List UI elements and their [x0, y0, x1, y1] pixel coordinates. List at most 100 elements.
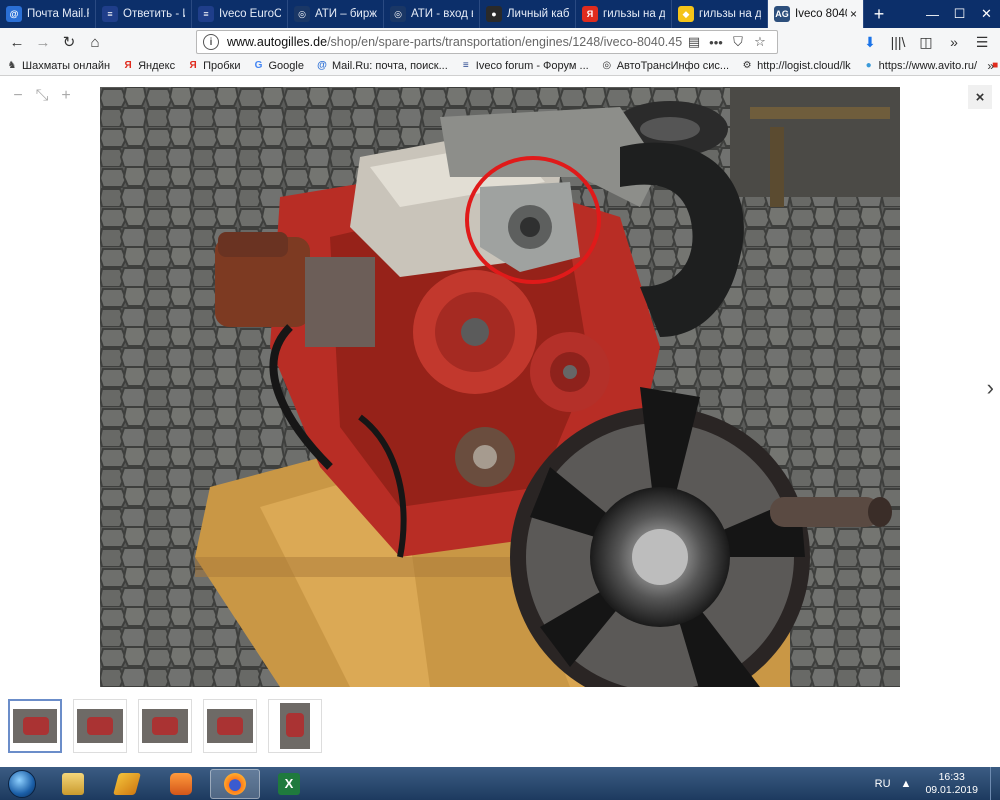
bookmark-label: https://www.avito.ru/ — [878, 59, 978, 72]
tab-8[interactable]: ◆ гильзы на дви — [672, 0, 768, 28]
bookmark-label: Google — [268, 59, 304, 72]
bookmark-item[interactable]: ● https://www.avito.ru/ — [863, 60, 977, 72]
bookmarks-overflow-button[interactable]: » — [987, 59, 994, 73]
bookmark-label: АвтоТрансИнфо сис... — [616, 59, 730, 72]
thumbnail-1[interactable] — [8, 699, 62, 753]
bookmark-item[interactable]: @ Mail.Ru: почта, поиск... — [316, 60, 448, 72]
iveco-icon: ≡ — [102, 6, 118, 22]
site-info-icon[interactable]: i — [203, 34, 219, 50]
bookmark-favicon-icon: ♞ — [7, 60, 17, 71]
taskbar-media-player[interactable] — [156, 769, 206, 799]
zoom-controls: − ⤡ + — [6, 85, 78, 107]
tab-5[interactable]: ◎ АТИ - вход в с — [384, 0, 480, 28]
new-tab-button[interactable]: + — [864, 0, 894, 28]
bookmark-favicon-icon: ≡ — [462, 60, 469, 71]
clock[interactable]: 16:33 09.01.2019 — [925, 771, 978, 797]
url-host: www.autogilles.de — [227, 35, 328, 49]
taskbar-firefox[interactable] — [210, 768, 260, 799]
window-controls: — ☐ ✕ — [919, 0, 1000, 28]
overflow-icon[interactable]: » — [940, 30, 968, 54]
reload-button[interactable]: ↻ — [56, 30, 82, 54]
close-window-button[interactable]: ✕ — [973, 0, 1000, 28]
thumbnail-3[interactable] — [138, 699, 192, 753]
bookmark-label: Шахматы онлайн — [22, 59, 111, 72]
minimize-button[interactable]: — — [919, 0, 946, 28]
bookmark-favicon-icon: G — [254, 60, 263, 71]
tab-6[interactable]: ● Личный кабин — [480, 0, 576, 28]
pocket-icon[interactable]: ⛉ — [727, 34, 749, 50]
taskbar-winamp[interactable] — [102, 769, 152, 799]
taskbar-explorer[interactable] — [48, 769, 98, 799]
tab-label: Iveco EuroCarg — [219, 8, 281, 20]
reload-icon: ↻ — [62, 34, 76, 51]
taskbar-excel[interactable]: X — [264, 769, 314, 799]
forward-button[interactable]: → — [30, 30, 56, 54]
close-tab-icon[interactable]: × — [850, 7, 857, 21]
media-player-icon — [170, 772, 192, 795]
windows-taskbar: X RU ▲ 16:33 09.01.2019 — [0, 767, 1000, 800]
tab-label: АТИ – биржа г — [315, 8, 377, 20]
thumbnail-5[interactable] — [268, 699, 322, 753]
menu-icon[interactable]: ☰ — [968, 30, 996, 54]
home-icon: ⌂ — [90, 33, 100, 51]
engine-photo-svg — [100, 87, 900, 687]
bookmark-item[interactable]: ⚙ http://logist.cloud/lk — [741, 60, 851, 72]
tab-label: Iveco 8040.4 — [795, 8, 847, 20]
library-icon[interactable]: |||\ — [884, 30, 912, 54]
bookmark-item[interactable]: ♞ Шахматы онлайн — [6, 59, 111, 72]
tab-label: Ответить - Ива — [123, 8, 185, 20]
fit-screen-button[interactable]: ⤡ — [30, 85, 54, 107]
bookmark-item[interactable]: ◎ АвтоТрансИнфо сис... — [601, 60, 729, 72]
sidebar-icon[interactable]: ◫ — [912, 30, 940, 54]
tray-expand-icon[interactable]: ▲ — [901, 778, 912, 790]
toolbar-right: ⬇ |||\ ◫ » ☰ — [856, 30, 996, 54]
firefox-icon — [224, 772, 246, 795]
maximize-button[interactable]: ☐ — [946, 0, 973, 28]
zoom-out-button[interactable]: − — [6, 85, 30, 107]
thumbnail-4[interactable] — [203, 699, 257, 753]
windows-logo-icon — [8, 769, 36, 798]
zoom-in-button[interactable]: + — [54, 85, 78, 107]
reader-view-icon[interactable]: ▤ — [683, 34, 705, 50]
thumbnail-image — [13, 709, 57, 743]
url-text[interactable]: www.autogilles.de/shop/en/spare-parts/tr… — [227, 35, 683, 49]
bookmark-favicon-icon: @ — [317, 60, 327, 71]
system-tray: RU ▲ 16:33 09.01.2019 — [875, 767, 1000, 800]
start-button[interactable] — [0, 767, 44, 800]
bookmark-favicon-icon: Я — [124, 60, 132, 71]
tab-3[interactable]: ≡ Iveco EuroCarg — [192, 0, 288, 28]
tab-4[interactable]: ◎ АТИ – биржа г — [288, 0, 384, 28]
tab-7[interactable]: Ягильзы на дви — [576, 0, 672, 28]
thumbnail-2[interactable] — [73, 699, 127, 753]
tab-9[interactable]: AG Iveco 8040.4× — [768, 0, 864, 28]
downloads-icon[interactable]: ⬇ — [856, 30, 884, 54]
home-button[interactable]: ⌂ — [82, 30, 108, 54]
bookmark-item[interactable]: G Google — [253, 60, 304, 72]
tab-label: гильзы на дви — [699, 8, 761, 20]
show-desktop-button[interactable] — [990, 767, 1000, 800]
bookmark-star-icon[interactable]: ☆ — [749, 34, 771, 50]
bookmark-label: Mail.Ru: почта, поиск... — [331, 59, 448, 72]
viewer-close-button[interactable]: × — [968, 85, 992, 109]
page-actions-icon[interactable]: ••• — [705, 35, 727, 50]
tab-label: АТИ - вход в с — [411, 8, 473, 20]
next-image-button[interactable]: › — [987, 375, 994, 401]
bookmark-item[interactable]: ≡ Iveco forum - Форум ... — [460, 60, 589, 72]
clock-time: 16:33 — [938, 770, 965, 783]
tab-2[interactable]: ≡ Ответить - Ива — [96, 0, 192, 28]
ati-icon: ◎ — [294, 6, 310, 22]
navigation-bar: ← → ↻ ⌂ i www.autogilles.de/shop/en/spar… — [0, 28, 1000, 56]
back-button[interactable]: ← — [4, 30, 30, 54]
language-indicator[interactable]: RU — [875, 778, 891, 790]
avito-icon: ● — [486, 6, 502, 22]
url-bar[interactable]: i www.autogilles.de/shop/en/spare-parts/… — [196, 30, 778, 54]
yandex-icon: Я — [582, 6, 598, 22]
winamp-icon — [113, 772, 141, 795]
explorer-icon — [62, 772, 84, 795]
bookmark-item[interactable]: Я Пробки — [187, 60, 241, 72]
tab-strip: @ Почта Mail.Ru ≡ Ответить - Ива ≡ Iveco Euro… — [0, 0, 1000, 28]
bookmark-item[interactable]: Я Яндекс — [122, 60, 176, 72]
bookmark-favicon-icon: Я — [189, 60, 197, 71]
tab-1[interactable]: @ Почта Mail.Ru — [0, 0, 96, 28]
yandex-icon: ◆ — [678, 6, 694, 22]
